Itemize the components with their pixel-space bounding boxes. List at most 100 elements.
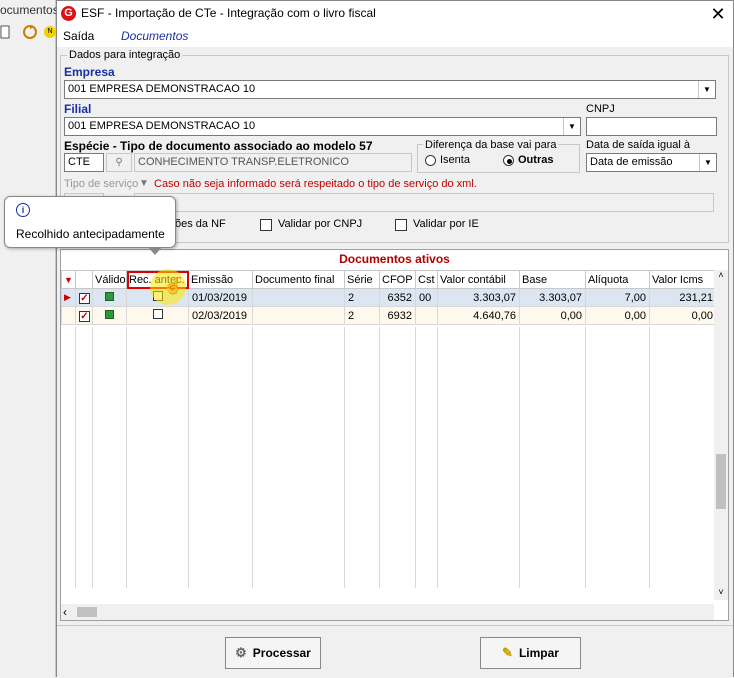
tooltip-pointer [148, 247, 162, 255]
background-app-title: ocumentos [0, 3, 59, 17]
valor-icms-cell: 0,00 [649, 306, 717, 325]
horizontal-scroll-thumb[interactable] [77, 607, 97, 617]
arrow-down-icon: ▼ [139, 178, 149, 189]
doc-final-cell [252, 288, 345, 307]
row-select-cell[interactable]: ✓ [75, 306, 93, 325]
valido-cell[interactable] [92, 306, 127, 325]
menu-bar: Saída Documentos [57, 27, 733, 47]
checkbox-checked-icon[interactable]: ✓ [79, 292, 90, 304]
vertical-scroll-thumb[interactable] [716, 454, 726, 509]
chevron-down-icon[interactable]: ▼ [698, 81, 715, 98]
especie-code-field[interactable]: CTE [64, 153, 104, 172]
filial-select[interactable]: 001 EMPRESA DEMONSTRACAO 10 ▼ [64, 117, 581, 136]
column-header-valor-contabil[interactable]: Valor contábil [437, 270, 520, 289]
column-header-base[interactable]: Base [519, 270, 586, 289]
radio-isenta[interactable] [425, 155, 436, 166]
row-pointer-icon: ▶ [61, 288, 76, 307]
filial-value: 001 EMPRESA DEMONSTRACAO 10 [68, 120, 256, 132]
cst-cell [415, 306, 438, 325]
vertical-scrollbar[interactable]: ˄ ˅ [714, 270, 728, 600]
validar-ie-checkbox[interactable] [395, 219, 407, 231]
refresh-icon[interactable] [22, 24, 38, 43]
empresa-value: 001 EMPRESA DEMONSTRACAO 10 [68, 83, 256, 95]
base-cell: 0,00 [519, 306, 586, 325]
limpar-label: Limpar [518, 646, 559, 660]
data-saida-value: Data de emissão [590, 156, 673, 168]
tipo-servico-label: Tipo de serviço [64, 178, 139, 190]
document-icon[interactable] [0, 25, 10, 42]
sort-indicator-icon[interactable]: ▼ [61, 270, 76, 289]
close-button[interactable]: ✕ [707, 3, 729, 25]
row-pointer-cell [61, 306, 76, 325]
client-area: Dados para integração Empresa 001 EMPRES… [57, 47, 733, 678]
cfop-cell: 6352 [379, 288, 416, 307]
menu-documentos[interactable]: Documentos [121, 29, 188, 43]
grid-empty-area [61, 327, 716, 588]
column-header-emissao[interactable]: Emissão [188, 270, 253, 289]
cst-cell: 00 [415, 288, 438, 307]
emissao-cell: 01/03/2019 [188, 288, 253, 307]
valor-icms-cell: 231,21 [649, 288, 717, 307]
title-bar: G ESF - Importação de CTe - Integração c… [57, 1, 733, 27]
import-cte-window: G ESF - Importação de CTe - Integração c… [56, 0, 734, 678]
valor-contabil-cell: 3.303,07 [437, 288, 520, 307]
aliquota-cell: 0,00 [585, 306, 650, 325]
validar-ie-label: Validar por IE [413, 218, 479, 230]
validar-cnpj-checkbox[interactable] [260, 219, 272, 231]
valido-cell[interactable] [92, 288, 127, 307]
cnpj-label: CNPJ [586, 103, 615, 115]
scroll-up-icon[interactable]: ˄ [714, 270, 728, 284]
diferenca-title: Diferença da base vai para [423, 139, 559, 151]
table-row[interactable]: ✓ 02/03/2019 2 6932 4.640,76 0,00 0,00 0… [61, 306, 717, 325]
processar-button[interactable]: ⚙ Processar [225, 637, 321, 669]
tipo-servico-warning: Caso não seja informado será respeitado … [154, 178, 477, 190]
app-logo-icon: G [61, 6, 76, 21]
radio-outras[interactable] [503, 155, 514, 166]
binoculars-search-icon[interactable]: ⚲ [106, 153, 132, 172]
data-saida-label: Data de saída igual à [586, 139, 690, 151]
tipo-servico-desc-field [134, 193, 714, 212]
cfop-cell: 6932 [379, 306, 416, 325]
column-header-valido[interactable]: Válido [92, 270, 127, 289]
valid-indicator-icon [105, 309, 114, 319]
filial-label: Filial [64, 102, 92, 116]
tooltip: i Recolhido antecipadamente [4, 196, 176, 248]
tooltip-text: Recolhido antecipadamente [16, 227, 165, 241]
rec-antec-cell[interactable] [126, 306, 189, 325]
scroll-down-icon[interactable]: ˅ [714, 587, 728, 601]
menu-saida[interactable]: Saída [63, 29, 94, 43]
column-header-cst[interactable]: Cst [415, 270, 438, 289]
cnpj-field[interactable] [586, 117, 717, 136]
hand-cursor-icon: ☝ [163, 278, 183, 295]
column-header-cfop[interactable]: CFOP [379, 270, 416, 289]
data-saida-select[interactable]: Data de emissão ▼ [586, 153, 717, 172]
column-header-aliquota[interactable]: Alíquota [585, 270, 650, 289]
broom-icon: ✎ [502, 645, 513, 660]
radio-isenta-label: Isenta [440, 154, 470, 166]
empresa-select[interactable]: 001 EMPRESA DEMONSTRACAO 10 ▼ [64, 80, 716, 99]
chevron-down-icon[interactable]: ▼ [699, 154, 716, 171]
integration-group-title: Dados para integração [67, 49, 183, 61]
aliquota-cell: 7,00 [585, 288, 650, 307]
serie-cell: 2 [344, 288, 380, 307]
documents-grid: Documentos ativos ▼ Válido Rec. antec. E… [60, 249, 729, 621]
checkbox-checked-icon[interactable]: ✓ [79, 310, 90, 322]
valid-indicator-icon [105, 291, 114, 301]
rec-antec-checkbox[interactable] [152, 309, 163, 319]
validar-cnpj-label: Validar por CNPJ [278, 218, 363, 230]
row-select-cell[interactable]: ✓ [75, 288, 93, 307]
scroll-left-icon[interactable]: ‹ [63, 604, 75, 620]
column-header-serie[interactable]: Série [344, 270, 380, 289]
serie-cell: 2 [344, 306, 380, 325]
new-badge-icon[interactable]: N [44, 26, 56, 38]
column-header-doc-final[interactable]: Documento final [252, 270, 345, 289]
window-title: ESF - Importação de CTe - Integração com… [81, 6, 376, 20]
chevron-down-icon[interactable]: ▼ [563, 118, 580, 135]
emissao-cell: 02/03/2019 [188, 306, 253, 325]
limpar-button[interactable]: ✎ Limpar [480, 637, 581, 669]
base-cell: 3.303,07 [519, 288, 586, 307]
horizontal-scrollbar[interactable]: ‹ [61, 604, 714, 620]
background-app-panel: ocumentos N [0, 0, 59, 677]
column-header-valor-icms[interactable]: Valor Icms [649, 270, 717, 289]
info-icon: i [16, 203, 30, 217]
